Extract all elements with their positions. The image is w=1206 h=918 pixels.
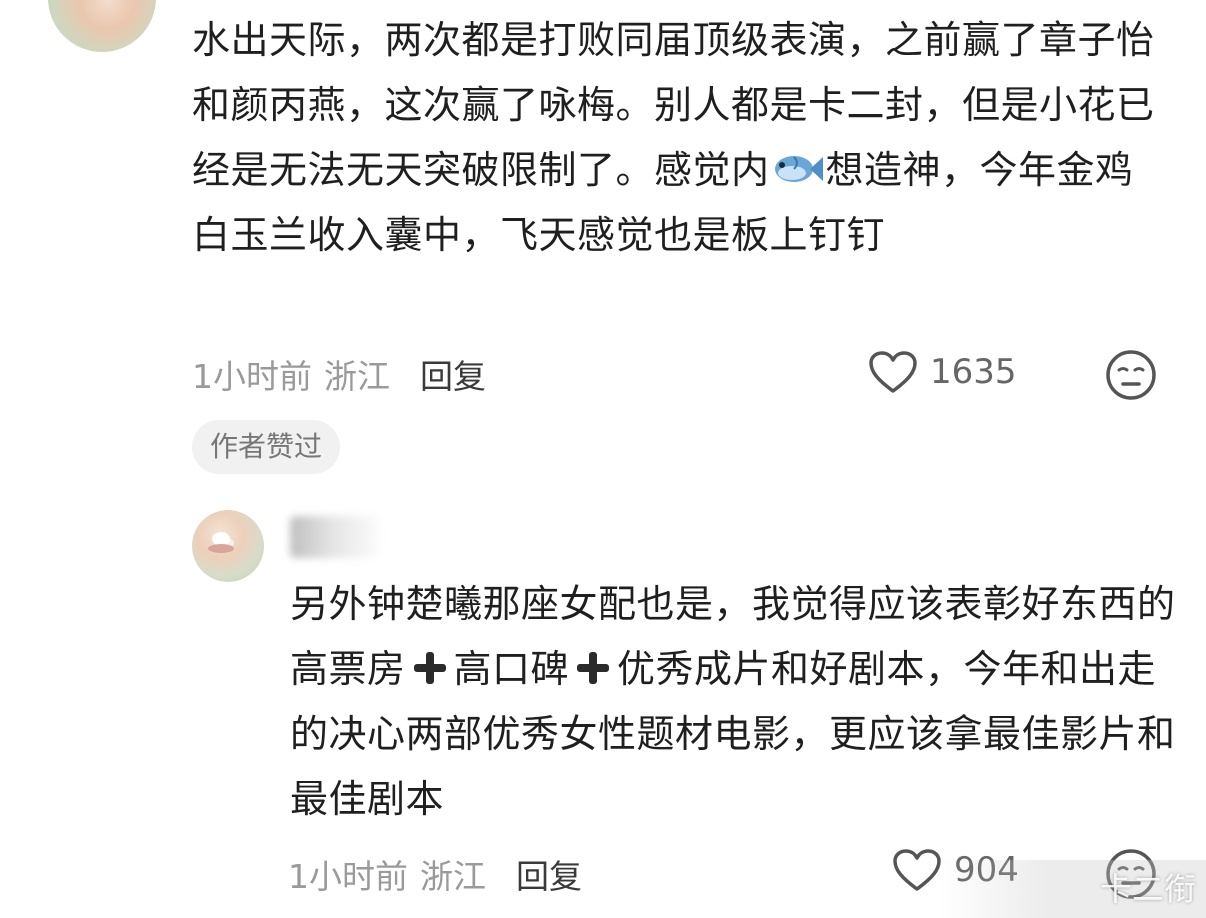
watermark: 卡二衔 bbox=[940, 860, 1206, 918]
dislike-face-icon[interactable] bbox=[1105, 349, 1157, 401]
heart-icon bbox=[869, 351, 917, 393]
comment-text-part: 高口碑 bbox=[453, 647, 570, 691]
reply-button[interactable]: 回复 bbox=[516, 857, 582, 896]
avatar[interactable] bbox=[48, 0, 156, 52]
comment-text: 水出天际，两次都是打败同届顶级表演，之前赢了章子怡和颜丙燕，这次赢了咏梅。别人都… bbox=[192, 8, 1172, 268]
heart-icon bbox=[893, 849, 941, 891]
author-liked-badge: 作者赞过 bbox=[192, 420, 341, 474]
like-count: 1635 bbox=[930, 352, 1017, 392]
avatar-lip bbox=[208, 544, 234, 553]
comment-time: 1小时前 bbox=[192, 357, 312, 396]
comment-region: 浙江 bbox=[420, 857, 486, 896]
comment-meta: 1小时前 浙江 回复 bbox=[192, 350, 486, 398]
like-button[interactable]: 1635 bbox=[868, 350, 1017, 394]
comment-meta: 1小时前 浙江 回复 bbox=[288, 850, 582, 898]
comment-time: 1小时前 bbox=[288, 857, 408, 896]
blurred-username[interactable] bbox=[290, 516, 380, 558]
plus-icon bbox=[575, 650, 611, 686]
reply-button[interactable]: 回复 bbox=[420, 357, 486, 396]
fish-icon bbox=[774, 156, 823, 182]
plus-icon bbox=[412, 650, 448, 686]
avatar[interactable] bbox=[192, 510, 264, 582]
comment-region: 浙江 bbox=[324, 357, 390, 396]
reply-comment-text: 另外钟楚曦那座女配也是，我觉得应该表彰好东西的高票房 高口碑 优秀成片和好剧本，今年… bbox=[290, 572, 1180, 832]
